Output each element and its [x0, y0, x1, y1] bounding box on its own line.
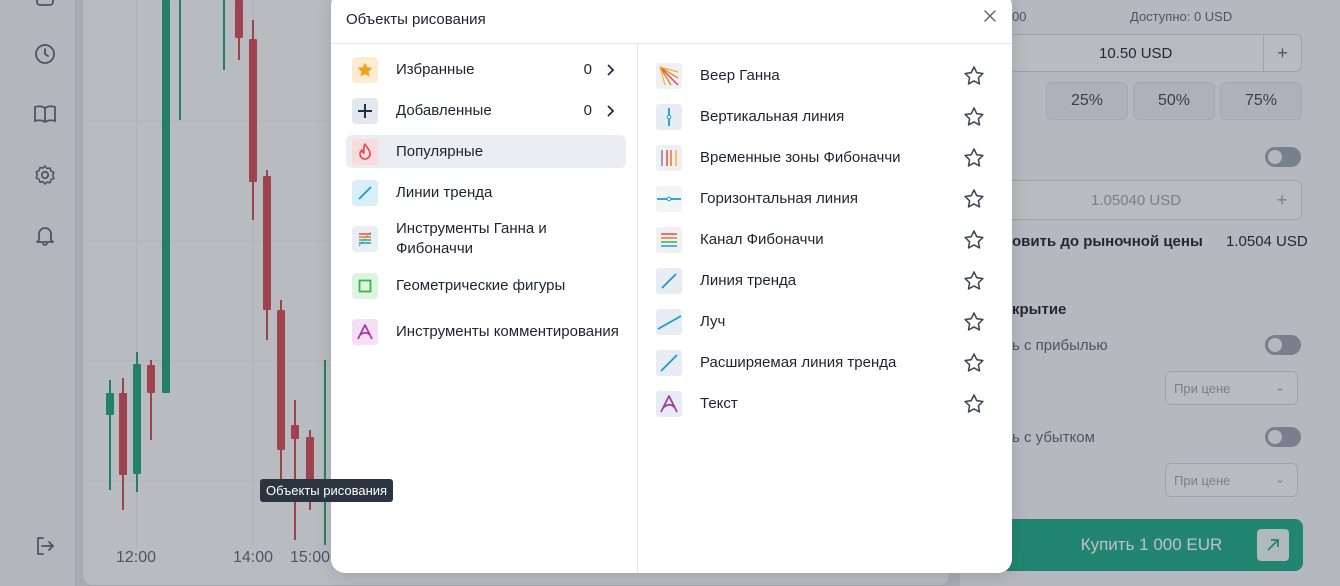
favorite-star-button[interactable] [962, 146, 986, 170]
extended-trend-line-icon [656, 349, 682, 376]
category-label: Инструменты комментирования [396, 323, 619, 340]
fibonacci-icon [352, 226, 378, 252]
close-button[interactable] [980, 6, 1000, 26]
fire-icon [352, 138, 378, 165]
tool-extended-trend-line[interactable]: Расширяемая линия тренда [656, 342, 996, 383]
trend-line-icon [352, 179, 378, 206]
tool-label: Текст [700, 395, 738, 412]
star-outline-icon [964, 229, 984, 249]
category-geometric-shapes[interactable]: Геометрические фигуры [346, 269, 626, 302]
category-label: Инструменты Ганна и Фибоначчи [396, 220, 547, 257]
favorite-star-button[interactable] [962, 269, 986, 293]
tool-label: Веер Ганна [700, 67, 780, 84]
favorite-star-button[interactable] [962, 64, 986, 88]
category-count: 0 [583, 102, 592, 119]
plus-icon [352, 97, 378, 124]
trend-line-icon [656, 267, 682, 294]
tool-label: Луч [700, 313, 726, 330]
category-label: Добавленные [396, 101, 492, 119]
star-outline-icon [964, 65, 984, 85]
tool-label: Вертикальная линия [700, 108, 845, 125]
tool-label: Канал Фибоначчи [700, 231, 824, 248]
category-favorites[interactable]: Избранные 0 [346, 53, 626, 86]
dialog-header: Объекты рисования [331, 0, 1012, 44]
category-label: Линии тренда [396, 183, 493, 201]
fib-time-zones-icon [656, 144, 682, 171]
tool-label: Горизонтальная линия [700, 190, 858, 207]
category-label: Избранные [396, 60, 475, 78]
tool-label: Временные зоны Фибоначчи [700, 149, 901, 166]
star-outline-icon [964, 106, 984, 126]
tool-text[interactable]: Текст [656, 383, 996, 424]
dialog-title: Объекты рисования [346, 11, 486, 28]
favorite-star-button[interactable] [962, 187, 986, 211]
category-gann-fibonacci[interactable]: Инструменты Ганна и Фибоначчи [346, 217, 626, 261]
tool-label: Линия тренда [700, 272, 797, 289]
column-divider [637, 45, 638, 573]
tool-vertical-line[interactable]: Вертикальная линия [656, 96, 996, 137]
star-outline-icon [964, 393, 984, 413]
drawing-objects-dialog: Объекты рисования Избранные 0 Добавленны… [331, 0, 1012, 573]
favorite-star-button[interactable] [962, 105, 986, 129]
tool-horizontal-line[interactable]: Горизонтальная линия [656, 178, 996, 219]
tool-gann-fan[interactable]: Веер Ганна [656, 55, 996, 96]
drawing-tools-tooltip: Объекты рисования [260, 479, 394, 502]
category-count: 0 [583, 61, 592, 78]
tool-ray[interactable]: Луч [656, 301, 996, 342]
fib-channel-icon [656, 226, 682, 253]
close-icon [984, 10, 996, 22]
chevron-right-icon [606, 105, 616, 117]
star-outline-icon [964, 188, 984, 208]
star-icon [352, 56, 378, 83]
tool-label: Расширяемая линия тренда [700, 354, 897, 371]
category-popular[interactable]: Популярные [346, 135, 626, 168]
category-label: Популярные [396, 142, 484, 160]
favorite-star-button[interactable] [962, 228, 986, 252]
favorite-star-button[interactable] [962, 351, 986, 375]
text-icon [656, 390, 682, 417]
star-outline-icon [964, 352, 984, 372]
horizontal-line-icon [656, 185, 682, 212]
square-icon [352, 272, 378, 299]
ray-icon [656, 308, 682, 335]
star-outline-icon [964, 270, 984, 290]
category-label: Геометрические фигуры [396, 276, 566, 294]
vertical-line-icon [656, 103, 682, 130]
category-annotation-tools[interactable]: Инструменты комментирования [346, 310, 626, 354]
chevron-right-icon [606, 64, 616, 76]
gann-fan-icon [656, 62, 682, 89]
tool-list: Веер Ганна Вертикальная линия Временные … [656, 55, 996, 424]
tool-fib-time-zones[interactable]: Временные зоны Фибоначчи [656, 137, 996, 178]
text-icon [352, 319, 378, 345]
tool-trend-line[interactable]: Линия тренда [656, 260, 996, 301]
tool-fib-channel[interactable]: Канал Фибоначчи [656, 219, 996, 260]
favorite-star-button[interactable] [962, 310, 986, 334]
category-trend-lines[interactable]: Линии тренда [346, 176, 626, 209]
star-outline-icon [964, 147, 984, 167]
category-added[interactable]: Добавленные 0 [346, 94, 626, 127]
favorite-star-button[interactable] [962, 392, 986, 416]
category-list: Избранные 0 Добавленные 0 Популярные Лин… [346, 53, 626, 362]
star-outline-icon [964, 311, 984, 331]
